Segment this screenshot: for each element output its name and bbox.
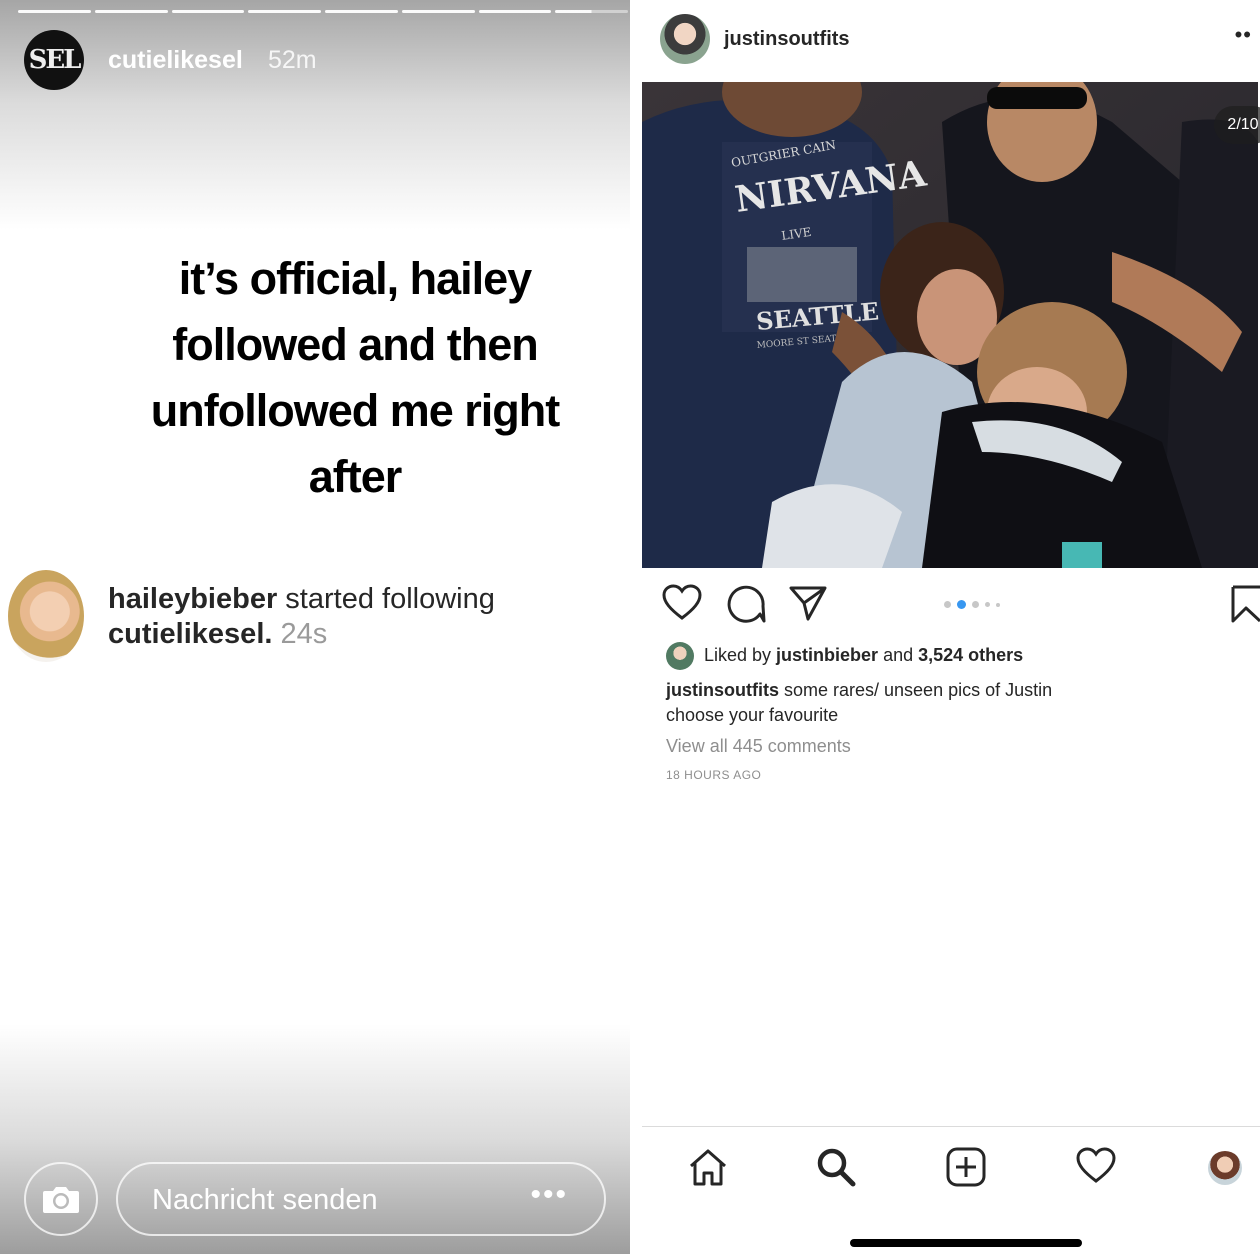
liked-by-text[interactable]: Liked by justinbieber and 3,524 others — [704, 645, 1023, 666]
post-options-icon[interactable]: •• — [1235, 22, 1252, 48]
liked-by-avatar — [666, 642, 694, 670]
reply-placeholder: Nachricht senden — [152, 1184, 378, 1216]
post-author-avatar[interactable] — [660, 14, 710, 64]
share-icon[interactable] — [788, 584, 828, 622]
story-text-line: after — [308, 451, 403, 502]
post-author-username[interactable]: justinsoutfits — [724, 28, 850, 51]
carousel-dot — [996, 602, 1000, 607]
story-progress-segment — [555, 10, 628, 13]
bottom-tab-bar — [642, 1126, 1260, 1254]
story-panel: SEL cutielikesel 52m it’s official, hail… — [0, 0, 630, 1254]
story-progress-segment — [18, 10, 91, 13]
more-dots-icon[interactable]: ••• — [530, 1178, 568, 1212]
liked-by-and: and — [878, 645, 919, 665]
carousel-dot-active — [957, 600, 966, 609]
carousel-dot — [985, 602, 990, 607]
post-timestamp: 18 HOURS AGO — [666, 768, 762, 782]
post-panel: justinsoutfits •• OUTGRIER CAIN NIRVANA … — [642, 0, 1260, 1254]
story-progress-segment — [171, 10, 245, 13]
story-avatar-text: SEL — [28, 45, 82, 75]
followed-username: cutielikesel. — [108, 618, 273, 650]
liked-by-prefix: Liked by — [704, 645, 777, 665]
carousel-dot — [972, 601, 979, 608]
story-text-line: it’s official, hailey — [178, 253, 532, 304]
follower-avatar — [8, 570, 84, 662]
story-timestamp: 52m — [268, 46, 317, 74]
add-icon[interactable] — [946, 1147, 986, 1187]
bookmark-icon[interactable] — [1230, 584, 1260, 624]
comment-icon[interactable] — [726, 584, 766, 624]
story-progress-segment — [401, 10, 475, 13]
carousel-indicator — [944, 600, 1000, 609]
story-username[interactable]: cutielikesel — [108, 46, 243, 75]
panel-divider — [630, 0, 642, 1254]
liked-by-user[interactable]: justinbieber — [776, 645, 878, 665]
story-avatar[interactable]: SEL — [24, 30, 84, 90]
follow-notification: haileybieber started following cutielike… — [108, 582, 608, 652]
view-all-comments-link[interactable]: View all 445 comments — [666, 736, 851, 757]
camera-button[interactable] — [24, 1162, 98, 1236]
story-progress-bar — [18, 10, 628, 13]
post-photo[interactable]: OUTGRIER CAIN NIRVANA LIVE SEATTLE MOORE… — [642, 82, 1258, 568]
reply-message-input[interactable]: Nachricht senden ••• — [116, 1162, 606, 1236]
photo-counter: 2/10 — [1214, 106, 1260, 144]
caption-line-2: choose your favourite — [666, 705, 839, 725]
search-icon[interactable] — [816, 1147, 856, 1187]
story-progress-segment — [325, 10, 398, 13]
story-main-text: it’s official, hailey followed and then … — [90, 246, 620, 510]
follower-username: haileybieber — [108, 583, 278, 615]
heart-icon[interactable] — [662, 584, 702, 622]
home-indicator — [850, 1239, 1082, 1247]
story-text-line: unfollowed me right — [150, 385, 560, 436]
activity-heart-icon[interactable] — [1076, 1147, 1116, 1185]
home-icon[interactable] — [688, 1147, 728, 1187]
camera-icon — [43, 1187, 79, 1213]
post-caption: justinsoutfits some rares/ unseen pics o… — [666, 678, 1226, 728]
story-top-gradient — [0, 0, 630, 230]
profile-tab-avatar[interactable] — [1208, 1151, 1242, 1185]
carousel-dot — [944, 601, 951, 608]
story-progress-segment — [248, 10, 321, 13]
story-text-line: followed and then — [172, 319, 538, 370]
follow-action: started following — [277, 583, 495, 615]
caption-username[interactable]: justinsoutfits — [666, 680, 779, 700]
post-photo-image: OUTGRIER CAIN NIRVANA LIVE SEATTLE MOORE… — [642, 82, 1258, 568]
story-progress-segment — [94, 10, 168, 13]
story-progress-segment — [478, 10, 552, 13]
follow-time: 24s — [272, 618, 328, 650]
liked-by-count[interactable]: 3,524 others — [918, 645, 1023, 665]
caption-line-1: some rares/ unseen pics of Justin — [779, 680, 1053, 700]
